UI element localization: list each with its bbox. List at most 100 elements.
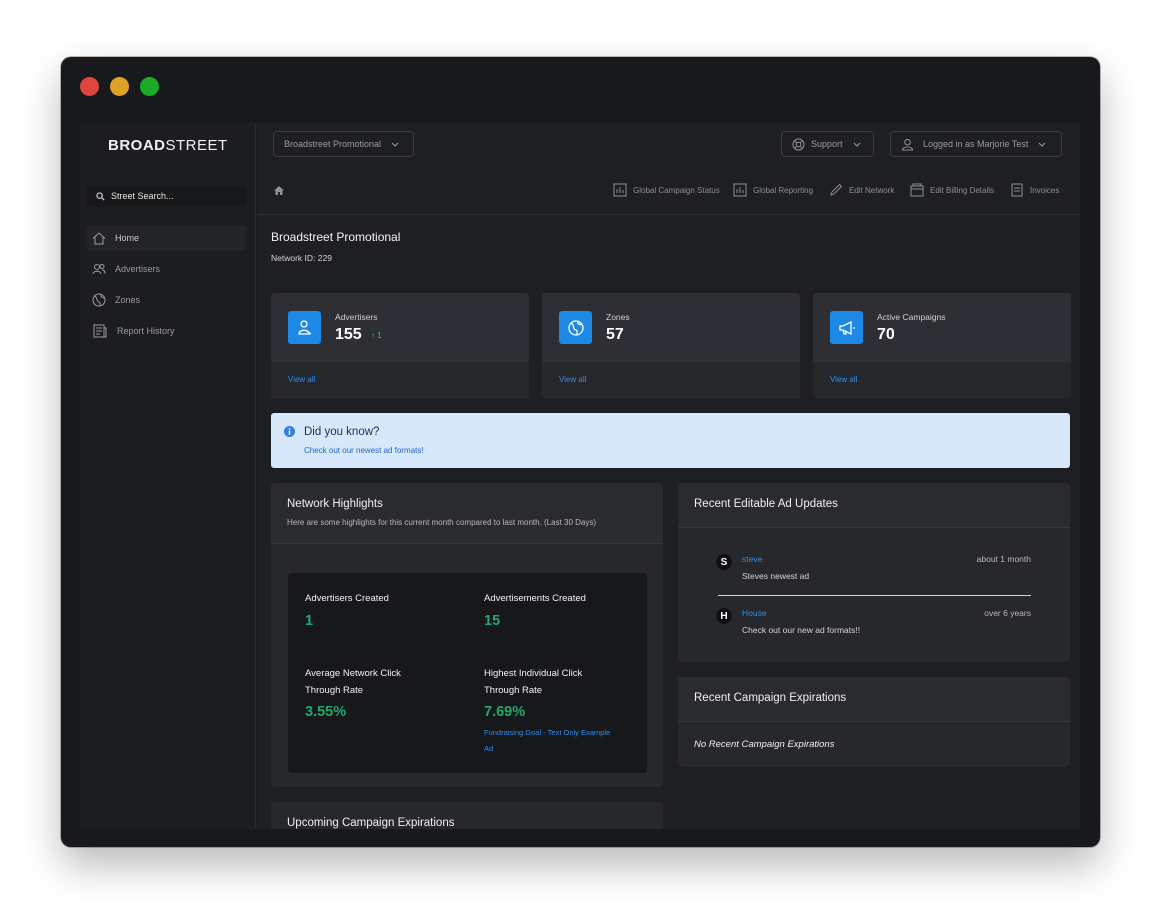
close-window-button[interactable] — [80, 77, 99, 96]
divider — [718, 595, 1031, 596]
stat-card-top: Active Campaigns 70 — [813, 293, 1071, 362]
quicklink-label: Global Campaign Status — [633, 185, 720, 195]
metric-label: Average Network Click — [305, 668, 401, 679]
view-all-campaigns-link[interactable]: View all — [830, 375, 857, 384]
lifebuoy-icon — [792, 137, 805, 151]
avatar: S — [716, 554, 732, 570]
network-highlights-panel: Network Highlights Here are some highlig… — [271, 483, 663, 787]
app-content: BROADSTREET Street Search... Home Advert… — [80, 123, 1080, 829]
report-icon — [93, 324, 107, 338]
update-time: over 6 years — [984, 608, 1031, 618]
update-author-link[interactable]: steve — [742, 554, 762, 564]
upcoming-expirations-panel: Upcoming Campaign Expirations — [271, 802, 663, 829]
users-icon — [92, 264, 106, 275]
panel-title: Upcoming Campaign Expirations — [287, 817, 455, 829]
panel-header: Recent Campaign Expirations — [678, 677, 1070, 722]
empty-state-text: No Recent Campaign Expirations — [694, 739, 835, 750]
quicklink-label: Invoices — [1030, 185, 1060, 195]
globe-icon — [92, 293, 106, 307]
top-bar: Broadstreet Promotional Support Logged i… — [257, 123, 1080, 169]
invoices-link[interactable]: Invoices — [1010, 183, 1059, 197]
edit-billing-details-link[interactable]: Edit Billing Details — [910, 183, 994, 197]
sidebar-item-advertisers[interactable]: Advertisers — [86, 256, 246, 282]
search-icon — [96, 191, 105, 201]
sidebar-item-home[interactable]: Home — [86, 225, 246, 251]
top-ad-link[interactable]: Fundraising Goal - Text Only Example — [484, 725, 634, 741]
quicklink-label: Edit Network — [849, 185, 895, 195]
stat-card-advertisers: Advertisers 155 ↑ 1 View all — [271, 293, 529, 399]
advertiser-icon — [288, 311, 321, 344]
view-all-zones-link[interactable]: View all — [559, 375, 586, 384]
stat-card-active-campaigns: Active Campaigns 70 View all — [813, 293, 1071, 399]
sidebar: BROADSTREET Street Search... Home Advert… — [80, 123, 256, 829]
info-icon — [284, 426, 295, 437]
stat-label: Active Campaigns — [877, 312, 946, 322]
home-icon — [92, 231, 106, 244]
panel-subtitle: Here are some highlights for this curren… — [287, 518, 597, 527]
recent-expirations-panel: Recent Campaign Expirations No Recent Ca… — [678, 677, 1070, 767]
sidebar-item-label: Zones — [115, 295, 141, 305]
metric-label: Advertisers Created — [305, 593, 389, 604]
user-label: Logged in as Marjorie Test — [923, 139, 1029, 149]
edit-network-link[interactable]: Edit Network — [829, 183, 894, 197]
support-button[interactable]: Support — [781, 131, 874, 157]
globe-icon — [559, 311, 592, 344]
view-all-advertisers-link[interactable]: View all — [288, 375, 315, 384]
sidebar-item-label: Report History — [117, 326, 175, 336]
panel-title: Network Highlights — [287, 498, 383, 510]
update-time: about 1 month — [976, 554, 1031, 564]
street-search-input[interactable]: Street Search... — [86, 185, 246, 207]
breadcrumb-bar: Global Campaign Status Global Reporting … — [257, 169, 1080, 215]
minimize-window-button[interactable] — [110, 77, 129, 96]
global-reporting-link[interactable]: Global Reporting — [733, 183, 813, 197]
top-ad-link[interactable]: Ad — [484, 741, 634, 757]
quicklink-label: Global Reporting — [753, 185, 814, 195]
network-id: Network ID: 229 — [271, 253, 332, 263]
home-breadcrumb-icon[interactable] — [274, 186, 284, 195]
global-campaign-status-link[interactable]: Global Campaign Status — [613, 183, 720, 197]
app-window: BROADSTREET Street Search... Home Advert… — [61, 57, 1100, 847]
metric-value: 15 — [484, 613, 501, 629]
metric-label: Advertisements Created — [484, 593, 586, 604]
did-you-know-banner: Did you know? Check out our newest ad fo… — [271, 413, 1070, 468]
sidebar-item-zones[interactable]: Zones — [86, 287, 246, 313]
sidebar-item-label: Advertisers — [115, 264, 161, 274]
stat-card-top: Zones 57 — [542, 293, 800, 362]
update-text: Steves newest ad — [742, 571, 810, 581]
sidebar-item-report-history[interactable]: Report History — [86, 318, 246, 344]
maximize-window-button[interactable] — [140, 77, 159, 96]
wallet-icon — [910, 183, 924, 197]
page-title: Broadstreet Promotional — [271, 230, 401, 244]
stat-delta: ↑ 1 — [371, 331, 382, 340]
chevron-down-icon — [1039, 142, 1046, 147]
chevron-down-icon — [853, 142, 860, 147]
metric-value: 7.69% — [484, 704, 526, 720]
brand-logo[interactable]: BROADSTREET — [108, 137, 228, 154]
metric-value: 1 — [305, 613, 314, 629]
sidebar-item-label: Home — [115, 233, 140, 243]
user-menu-button[interactable]: Logged in as Marjorie Test — [890, 131, 1062, 157]
panel-title: Recent Editable Ad Updates — [694, 498, 838, 510]
new-ad-formats-link[interactable]: Check out our newest ad formats! — [304, 446, 424, 455]
chart-icon — [613, 183, 627, 197]
highlights-metrics: Advertisers Created 1 Advertisements Cre… — [288, 573, 647, 773]
network-select-value: Broadstreet Promotional — [284, 139, 382, 149]
stat-card-zones: Zones 57 View all — [542, 293, 800, 399]
panel-header: Recent Editable Ad Updates — [678, 483, 1070, 528]
tip-heading: Did you know? — [304, 426, 380, 438]
main-area: Broadstreet Promotional Support Logged i… — [257, 123, 1080, 829]
stat-label: Advertisers — [335, 312, 378, 322]
network-select[interactable]: Broadstreet Promotional — [273, 131, 414, 157]
metric-label: Through Rate — [484, 685, 543, 696]
panel-header: Network Highlights Here are some highlig… — [271, 483, 663, 544]
stat-card-top: Advertisers 155 ↑ 1 — [271, 293, 529, 362]
chevron-down-icon — [391, 142, 399, 147]
quicklink-label: Edit Billing Details — [930, 185, 995, 195]
panel-title: Recent Campaign Expirations — [694, 692, 847, 704]
stat-value: 57 — [606, 326, 624, 343]
title-bar — [61, 57, 1100, 123]
update-text: Check out our new ad formats!! — [742, 625, 861, 635]
update-author-link[interactable]: House — [742, 608, 767, 618]
recent-ad-updates-panel: Recent Editable Ad Updates S steve about… — [678, 483, 1070, 662]
megaphone-icon — [830, 311, 863, 344]
